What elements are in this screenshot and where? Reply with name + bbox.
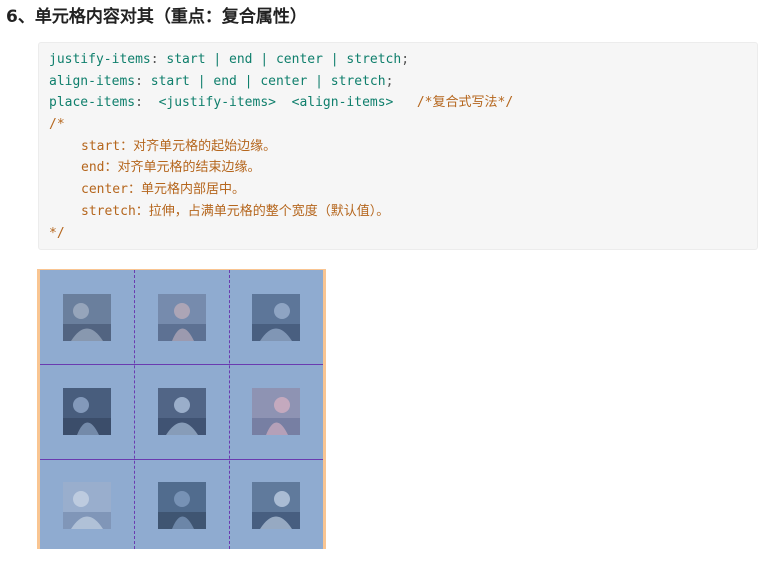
code-line-align-items: align-items: start | end | center | stre… <box>49 71 757 93</box>
code-comment-item-center: center：单元格内部居中。 <box>49 179 757 201</box>
section-heading: 6、单元格内容对其（重点：复合属性） <box>6 7 307 27</box>
code-values: <justify-items> <align-items> <box>142 95 417 111</box>
photo-icon <box>157 482 206 529</box>
grid-area <box>40 270 323 549</box>
grid-cell <box>229 458 323 551</box>
grid-demo-container <box>37 269 326 549</box>
photo-icon <box>63 482 111 529</box>
comment-text: ：单元格内部居中。 <box>127 182 245 198</box>
code-block: justify-items: start | end | center | st… <box>38 42 758 250</box>
comment-key: center <box>81 182 128 198</box>
grid-cell <box>229 270 323 363</box>
photo-icon <box>252 294 300 341</box>
code-property: place-items <box>49 95 136 111</box>
code-colon: : <box>150 52 159 67</box>
photo-icon <box>252 388 300 435</box>
comment-text: ：拉伸，占满单元格的整个宽度（默认值）。 <box>135 203 390 219</box>
grid-cell <box>135 364 229 457</box>
code-line-justify-items: justify-items: start | end | center | st… <box>49 49 757 71</box>
code-semicolon: ; <box>401 52 410 67</box>
code-inline-comment: /*复合式写法*/ <box>416 95 514 111</box>
code-colon: : <box>135 95 143 111</box>
grid-cell <box>40 364 134 457</box>
comment-key: stretch <box>81 203 136 219</box>
photo-icon <box>63 388 111 435</box>
code-comment-item-end: end：对齐单元格的结束边缘。 <box>49 157 757 179</box>
photo-icon <box>157 388 206 435</box>
grid-cell <box>135 458 229 551</box>
code-values: start | end | center | stretch <box>142 73 386 89</box>
grid-cell <box>135 270 229 363</box>
photo-icon <box>157 294 206 341</box>
code-line-place-items: place-items: <justify-items> <align-item… <box>49 92 757 114</box>
comment-key: start <box>81 138 121 154</box>
code-comment-close: */ <box>49 225 65 241</box>
photo-icon <box>63 294 111 341</box>
code-semicolon: ; <box>385 73 394 89</box>
code-comment-item-stretch: stretch：拉伸，占满单元格的整个宽度（默认值）。 <box>49 201 757 223</box>
photo-icon <box>252 482 300 529</box>
code-property: justify-items <box>49 52 151 67</box>
comment-text: ：对齐单元格的起始边缘。 <box>120 138 277 154</box>
comment-text: ：对齐单元格的结束边缘。 <box>104 160 261 176</box>
code-comment-open: /* <box>49 117 65 133</box>
code-comment-item-start: start：对齐单元格的起始边缘。 <box>49 136 757 158</box>
comment-key: end <box>81 160 105 176</box>
grid-cell <box>40 270 134 363</box>
grid-cell <box>40 458 134 551</box>
code-values: start | end | center | stretch <box>158 52 402 67</box>
page: 6、单元格内容对其（重点：复合属性） justify-items: start … <box>0 0 765 565</box>
grid-cell <box>229 364 323 457</box>
code-property: align-items <box>49 73 136 89</box>
code-colon: : <box>135 73 143 89</box>
